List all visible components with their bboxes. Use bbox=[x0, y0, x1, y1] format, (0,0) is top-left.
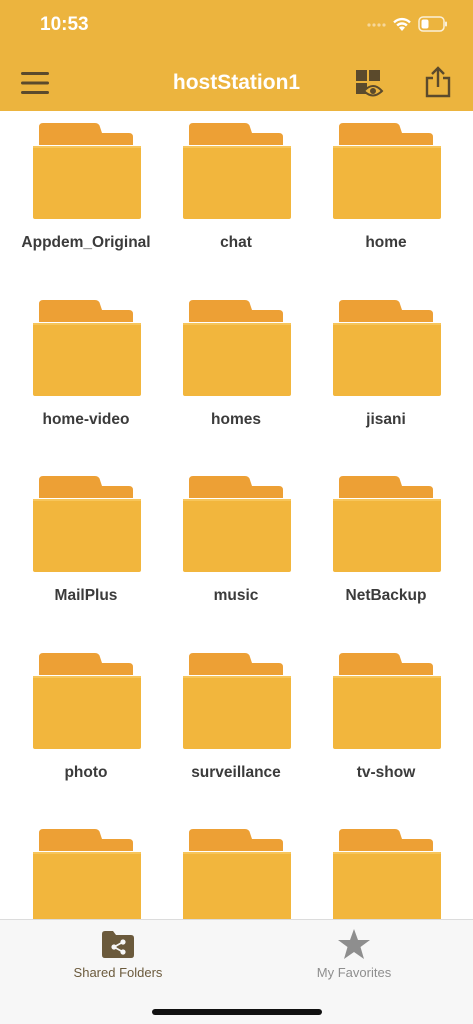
page-title: hostStation1 bbox=[172, 71, 301, 94]
status-time: 10:53 bbox=[40, 14, 89, 35]
folder-name: surveillance bbox=[191, 763, 281, 781]
tab-label-my-favorites: My Favorites bbox=[316, 965, 392, 980]
folder-icon bbox=[33, 829, 141, 919]
folder-item[interactable]: chat bbox=[161, 111, 311, 287]
folder-item[interactable]: music bbox=[161, 464, 311, 640]
tab-bar: Shared Folders My Favorites bbox=[0, 919, 473, 1024]
folder-item[interactable]: surveillance bbox=[161, 641, 311, 817]
folder-item[interactable]: photo bbox=[11, 641, 161, 817]
folder-icon bbox=[183, 476, 291, 572]
shared-folder-icon bbox=[102, 931, 134, 958]
folder-icon bbox=[333, 123, 441, 219]
shared-folder-grid: Appdem_Original chat home home-video homes ji… bbox=[0, 111, 473, 919]
folder-icon bbox=[333, 829, 441, 919]
folder-item[interactable]: NetBackup bbox=[311, 464, 461, 640]
folder-icon bbox=[33, 652, 141, 749]
folder-item[interactable]: homes bbox=[161, 288, 311, 464]
folder-item[interactable]: MailPlus bbox=[11, 464, 161, 640]
wifi-icon bbox=[393, 17, 411, 31]
folder-name: NetBackup bbox=[345, 587, 427, 604]
folder-icon bbox=[333, 299, 441, 396]
status-bar: 10:53 bbox=[0, 0, 473, 50]
folder-icon bbox=[333, 652, 441, 749]
folder-name: home bbox=[365, 234, 407, 251]
view-mode-icon[interactable] bbox=[355, 69, 384, 98]
tab-label-shared-folders: Shared Folders bbox=[73, 965, 163, 980]
folder-item[interactable] bbox=[311, 817, 461, 919]
tab-shared-folders[interactable]: Shared Folders bbox=[0, 920, 236, 992]
star-icon bbox=[338, 929, 370, 959]
folder-item[interactable] bbox=[11, 817, 161, 919]
folder-icon bbox=[33, 476, 141, 572]
folder-name: jisani bbox=[366, 410, 406, 428]
folder-icon bbox=[33, 123, 141, 219]
folder-item[interactable]: jisani bbox=[311, 288, 461, 464]
folder-icon bbox=[183, 829, 291, 919]
folder-icon bbox=[183, 123, 291, 219]
app-header: 10:53 hostStation1 bbox=[0, 0, 473, 111]
folder-name: Appdem_Original bbox=[21, 234, 151, 251]
folder-item[interactable] bbox=[161, 817, 311, 919]
folder-item[interactable]: home bbox=[311, 111, 461, 287]
folder-icon bbox=[183, 299, 291, 396]
battery-icon bbox=[418, 16, 447, 32]
tab-my-favorites[interactable]: My Favorites bbox=[236, 920, 472, 992]
folder-icon bbox=[183, 652, 291, 749]
share-icon[interactable] bbox=[424, 66, 452, 98]
folder-item[interactable]: tv-show bbox=[311, 641, 461, 817]
signal-dots-icon bbox=[367, 23, 386, 27]
folder-icon bbox=[333, 476, 441, 572]
folder-name: MailPlus bbox=[54, 587, 118, 604]
folder-name: home-video bbox=[42, 410, 130, 428]
folder-name: homes bbox=[211, 410, 261, 428]
navigation-bar: hostStation1 bbox=[0, 50, 473, 111]
folder-item[interactable]: Appdem_Original bbox=[11, 111, 161, 287]
folder-name: tv-show bbox=[356, 763, 416, 781]
folder-icon bbox=[33, 299, 141, 396]
folder-name: photo bbox=[64, 763, 108, 781]
folder-item[interactable]: home-video bbox=[11, 288, 161, 464]
folder-name: music bbox=[213, 587, 259, 604]
folder-name: chat bbox=[220, 234, 252, 251]
home-indicator bbox=[152, 1009, 322, 1015]
